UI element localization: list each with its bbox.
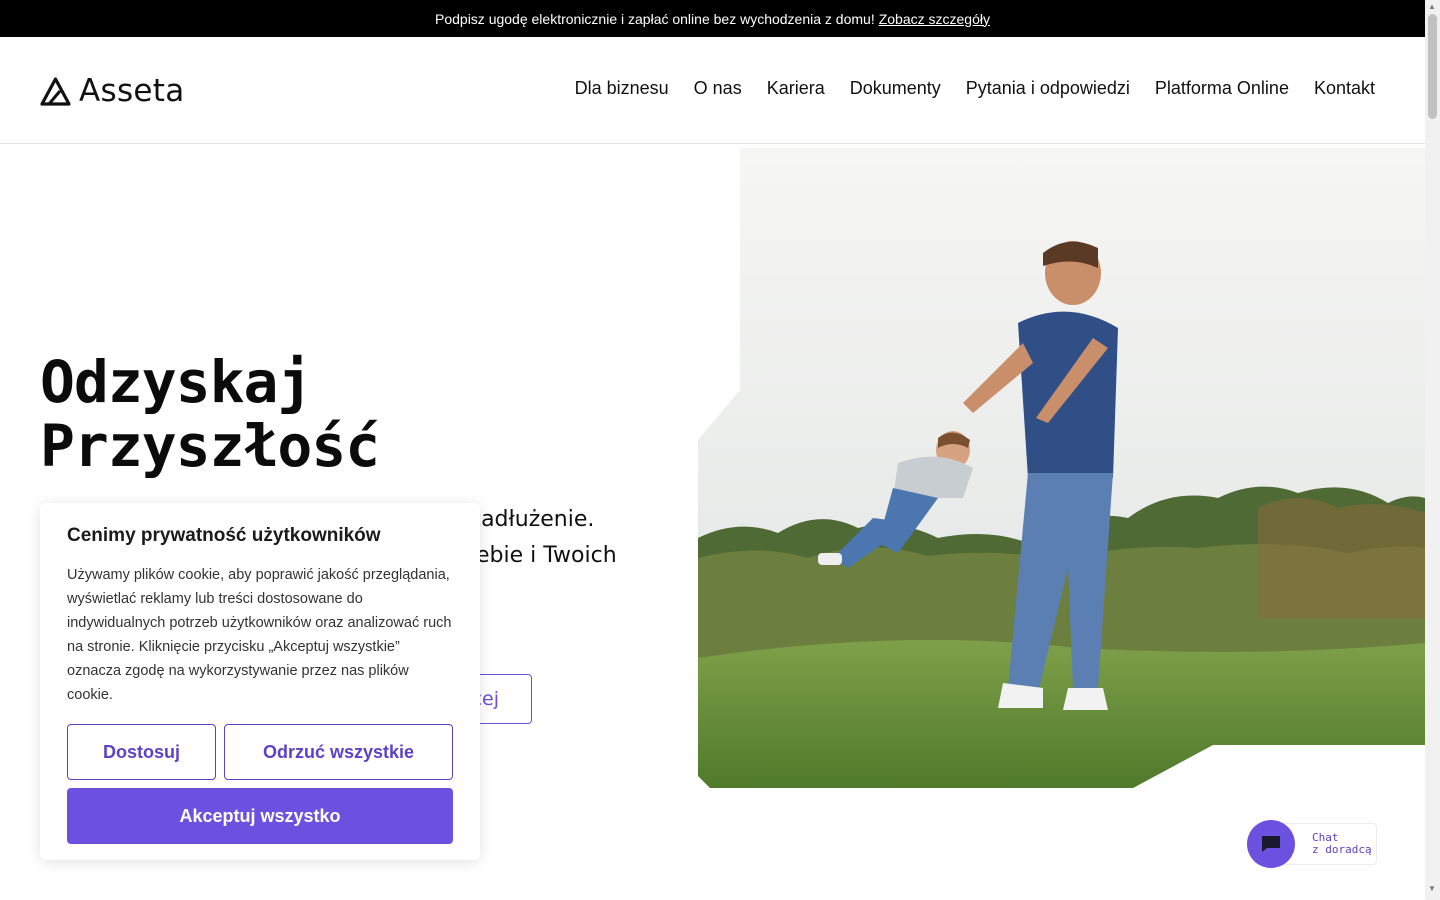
hero-photo [698,148,1425,788]
logo[interactable]: Asseta [40,73,185,109]
hero-title-line2: Przyszłość [40,412,380,480]
announcement-details-link[interactable]: Zobacz szczegóły [879,11,990,27]
chat-label-line2: z doradcą [1312,843,1372,856]
main-nav: Dla biznesu O nas Kariera Dokumenty Pyta… [575,78,1375,99]
site-header: Asseta Dla biznesu O nas Kariera Dokumen… [0,37,1425,144]
cookie-consent-dialog: Cenimy prywatność użytkowników Używamy p… [40,503,480,860]
chat-bubble-icon [1262,836,1280,852]
nav-item-dla-biznesu[interactable]: Dla biznesu [575,78,669,99]
logo-text: Asseta [79,73,185,109]
nav-item-o-nas[interactable]: O nas [694,78,742,99]
chat-button[interactable] [1247,820,1295,868]
nav-item-pytania[interactable]: Pytania i odpowiedzi [966,78,1130,99]
hero-title: Odzyskaj Przyszłość [40,350,560,478]
cookie-accept-all-button[interactable]: Akceptuj wszystko [67,788,453,844]
cookie-secondary-actions: Dostosuj Odrzuć wszystkie [67,724,453,780]
nav-item-dokumenty[interactable]: Dokumenty [850,78,941,99]
cookie-title: Cenimy prywatność użytkowników [67,525,381,546]
announcement-text: Podpisz ugodę elektronicznie i zapłać on… [435,10,875,27]
nav-item-kariera[interactable]: Kariera [767,78,825,99]
nav-item-kontakt[interactable]: Kontakt [1314,78,1375,99]
scroll-up-arrow-icon[interactable]: ▲ [1428,2,1436,11]
page-scrollbar[interactable]: ▲ ▼ [1425,0,1440,900]
father-child-park-image [698,148,1425,788]
nav-item-platforma-online[interactable]: Platforma Online [1155,78,1289,99]
logo-triangle-icon [40,76,71,106]
cookie-customize-button[interactable]: Dostosuj [67,724,216,780]
cookie-reject-all-button[interactable]: Odrzuć wszystkie [224,724,453,780]
chat-widget[interactable]: Chat z doradcą [1247,820,1377,868]
cookie-body: Używamy plików cookie, aby poprawić jako… [67,567,452,703]
announcement-bar: Podpisz ugodę elektronicznie i zapłać on… [0,0,1425,37]
hero-title-line1: Odzyskaj [40,348,312,416]
scroll-down-arrow-icon[interactable]: ▼ [1428,884,1436,893]
scrollbar-thumb[interactable] [1428,14,1437,119]
